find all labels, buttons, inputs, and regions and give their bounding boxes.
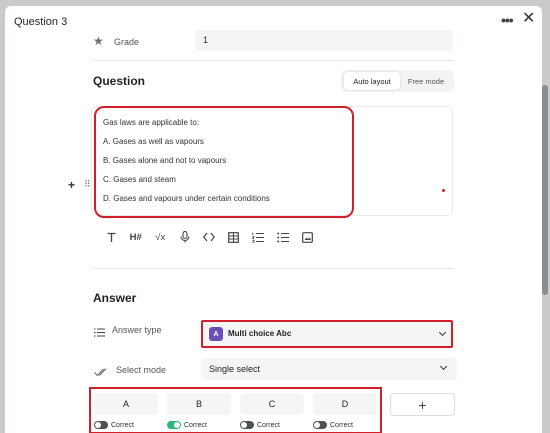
answer-type-select[interactable]: A Multi choice Abc (201, 320, 453, 348)
scrollbar-thumb[interactable] (542, 85, 548, 295)
correct-label-d: Correct (330, 422, 353, 429)
add-option-button[interactable]: + (390, 393, 455, 416)
divider (93, 60, 453, 61)
correct-toggle-c[interactable] (240, 421, 254, 429)
formula-icon[interactable]: √x (148, 230, 173, 244)
correct-label-c: Correct (257, 422, 280, 429)
cursor-marker (442, 189, 445, 192)
multi-choice-icon: A (209, 327, 223, 341)
chevron-down-icon (439, 362, 448, 371)
more-options-icon[interactable]: ••• (501, 12, 514, 28)
bullet-list-icon[interactable] (271, 230, 296, 244)
correct-toggle-a[interactable] (94, 421, 108, 429)
editor-toolbar: H# √x (99, 230, 320, 244)
add-block-icon[interactable]: + (68, 178, 75, 192)
option-b-button[interactable]: B (167, 393, 231, 415)
free-mode-button[interactable]: Free mode (400, 72, 452, 90)
numbered-list-icon[interactable] (246, 230, 271, 244)
select-mode-value: Single select (209, 364, 261, 374)
grade-label: Grade (114, 37, 140, 47)
correct-toggle-b[interactable] (167, 421, 181, 429)
microphone-icon[interactable] (173, 230, 198, 244)
option-a-button[interactable]: A (94, 393, 158, 415)
table-icon[interactable] (222, 230, 247, 244)
select-mode-select[interactable]: Single select (201, 358, 457, 380)
text-icon[interactable] (99, 230, 124, 244)
answer-heading: Answer (93, 291, 137, 305)
code-icon[interactable] (197, 230, 222, 244)
question-heading: Question (93, 74, 146, 88)
answer-type-value: Multi choice Abc (228, 329, 292, 338)
heading-icon[interactable]: H# (124, 230, 149, 244)
correct-label-a: Correct (111, 422, 134, 429)
option-c-button[interactable]: C (240, 393, 304, 415)
double-check-icon (94, 364, 109, 382)
divider (93, 268, 453, 269)
star-icon: ★ (93, 34, 104, 48)
image-icon[interactable] (295, 230, 320, 244)
layout-mode-toggle: Auto layout Free mode (341, 70, 454, 92)
drag-handle-icon[interactable]: ⠿ (84, 179, 91, 190)
auto-layout-button[interactable]: Auto layout (344, 72, 400, 90)
question-modal: Question 3 ••• ✕ ★ Grade 1 Question Auto… (5, 6, 542, 433)
select-mode-label: Select mode (116, 365, 167, 375)
answer-type-label: Answer type (112, 325, 162, 335)
correct-toggle-d[interactable] (313, 421, 327, 429)
question-highlight (94, 106, 354, 218)
list-icon (94, 324, 105, 342)
correct-label-b: Correct (184, 422, 207, 429)
grade-input[interactable]: 1 (195, 30, 453, 51)
chevron-down-icon (438, 328, 447, 337)
option-d-button[interactable]: D (313, 393, 377, 415)
close-icon[interactable]: ✕ (522, 11, 535, 27)
modal-title: Question 3 (14, 16, 68, 28)
